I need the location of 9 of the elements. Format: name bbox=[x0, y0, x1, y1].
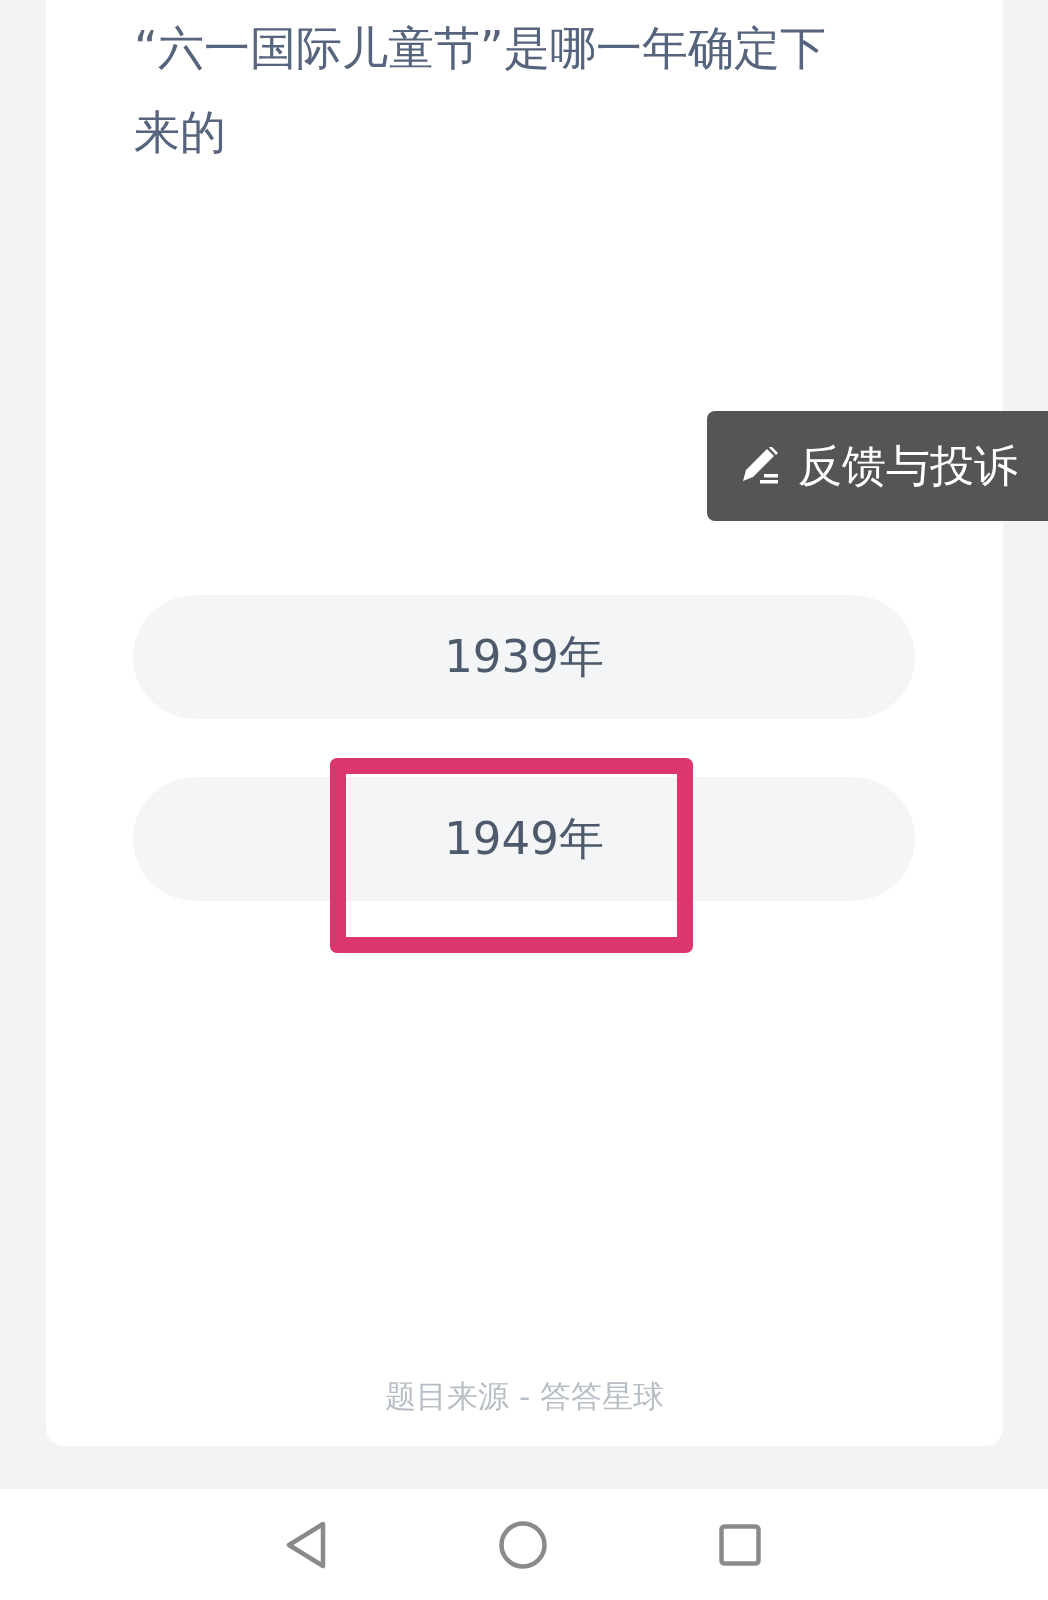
recents-square-icon bbox=[719, 1523, 761, 1566]
question-text: “六一国际儿童节”是哪一年确定下来的 bbox=[134, 20, 827, 161]
home-button[interactable] bbox=[499, 1518, 547, 1571]
feedback-button[interactable]: 反馈与投诉 bbox=[707, 411, 1048, 521]
answer-option[interactable]: 1939年 bbox=[133, 595, 915, 719]
answer-option[interactable]: 1949年 bbox=[133, 777, 915, 901]
back-triangle-icon bbox=[285, 1519, 327, 1570]
home-circle-icon bbox=[499, 1520, 547, 1569]
source-text: 题目来源 - 答答星球 bbox=[385, 1377, 664, 1416]
